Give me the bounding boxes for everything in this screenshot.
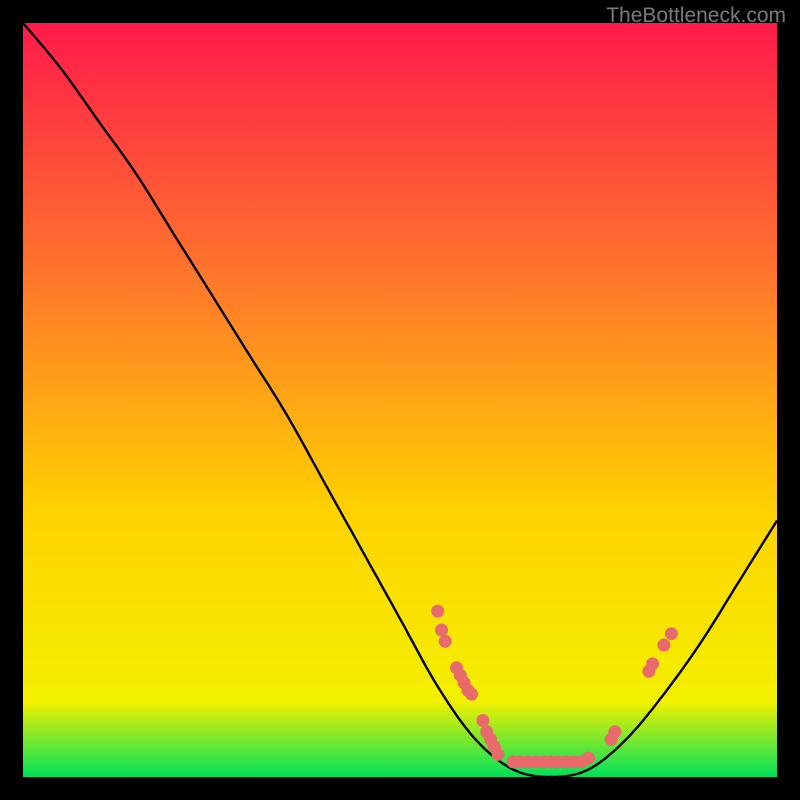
chart-marker bbox=[608, 725, 621, 738]
chart-marker bbox=[476, 714, 489, 727]
chart-marker bbox=[431, 605, 444, 618]
chart-container bbox=[23, 23, 777, 777]
chart-marker bbox=[465, 688, 478, 701]
bottleneck-curve-chart bbox=[23, 23, 777, 777]
chart-marker bbox=[582, 752, 595, 765]
chart-marker bbox=[665, 627, 678, 640]
chart-background bbox=[23, 23, 777, 777]
chart-marker bbox=[439, 635, 452, 648]
watermark-label: TheBottleneck.com bbox=[606, 4, 786, 28]
chart-marker bbox=[657, 639, 670, 652]
chart-marker bbox=[435, 624, 448, 637]
chart-marker bbox=[646, 657, 659, 670]
chart-marker bbox=[492, 748, 505, 761]
